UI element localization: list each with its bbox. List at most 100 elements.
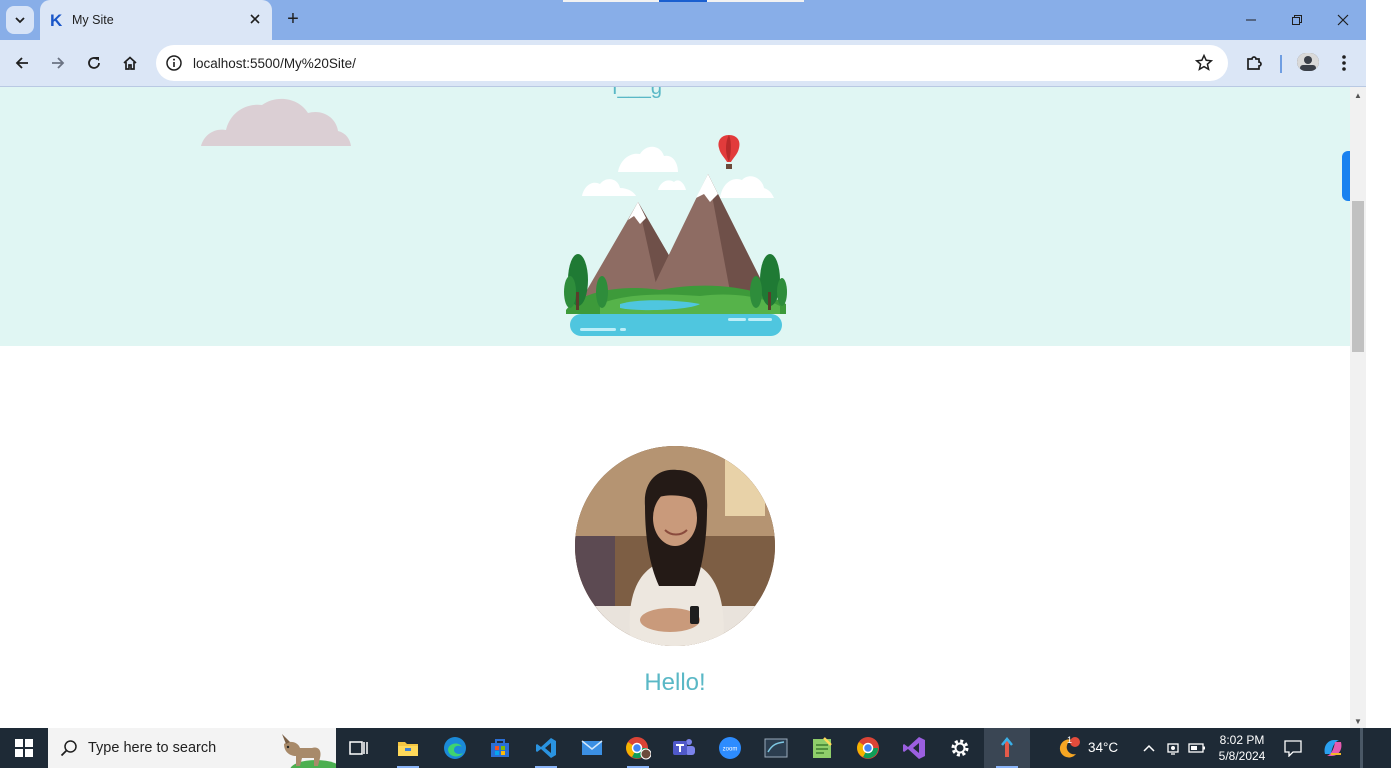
taskbar-clock[interactable]: 8:02 PM 5/8/2024 [1212, 732, 1272, 764]
tray-device[interactable] [1162, 728, 1184, 768]
clock-date: 5/8/2024 [1218, 749, 1266, 763]
taskbar-edge[interactable] [432, 728, 478, 768]
notification-icon [1284, 740, 1302, 757]
side-panel-tab[interactable] [1342, 151, 1350, 201]
active-app-icon [1001, 737, 1013, 757]
new-tab-button[interactable]: + [282, 8, 304, 30]
home-icon [123, 56, 137, 70]
clock-time: 8:02 PM [1219, 733, 1265, 747]
copilot-icon [1324, 740, 1342, 756]
task-view-icon [349, 741, 368, 755]
extensions-button[interactable] [1240, 49, 1268, 77]
hero-section: I___g [0, 87, 1350, 346]
mountain-illustration [564, 135, 787, 336]
restore-button[interactable] [1274, 8, 1320, 32]
taskbar-vscode[interactable] [523, 728, 569, 768]
copilot-button[interactable] [1318, 728, 1348, 768]
weather-temperature[interactable]: 34°C [1088, 740, 1118, 755]
window-drag-indicator-2 [707, 0, 804, 2]
profile-avatar[interactable] [1297, 53, 1319, 71]
browser-toolbar: localhost:5500/My%20Site/ [0, 40, 1366, 87]
hero-heading: I___g [612, 87, 663, 99]
back-button[interactable] [8, 49, 36, 77]
taskbar-chrome-profile[interactable] [615, 728, 661, 768]
tab-title: My Site [72, 13, 114, 27]
taskbar-teams[interactable] [661, 728, 707, 768]
scroll-up-arrow-icon[interactable]: ▲ [1354, 91, 1362, 100]
close-window-button[interactable] [1320, 8, 1366, 32]
chrome-icon [857, 737, 879, 759]
site-info-icon[interactable] [164, 53, 184, 73]
window-drag-indicator [563, 0, 659, 2]
edge-icon [444, 737, 466, 759]
tab-my-site[interactable]: K My Site [40, 0, 272, 40]
chevron-down-icon [15, 17, 25, 24]
scrollbar-thumb[interactable] [1352, 201, 1364, 352]
taskbar-active-app[interactable] [984, 728, 1030, 768]
windows-logo-icon [15, 739, 33, 757]
arrow-right-icon [52, 57, 65, 69]
url-text[interactable]: localhost:5500/My%20Site/ [193, 56, 356, 71]
svg-text:zoom: zoom [723, 747, 738, 753]
taskbar-notepad[interactable] [799, 728, 845, 768]
store-icon [491, 739, 509, 757]
taskbar-zoom[interactable]: zoom [707, 728, 753, 768]
taskbar-mail[interactable] [569, 728, 615, 768]
zoom-icon: zoom [719, 737, 741, 759]
close-icon [1337, 14, 1349, 26]
scroll-down-arrow-icon[interactable]: ▼ [1354, 717, 1362, 726]
reload-icon [88, 57, 100, 69]
search-icon [60, 740, 77, 757]
mail-icon [581, 740, 603, 755]
screen-edge [1366, 0, 1391, 728]
taskbar-store[interactable] [477, 728, 523, 768]
search-highlight-donkey-icon [282, 734, 336, 768]
toolbar-separator [1280, 55, 1282, 73]
notepad-icon [813, 737, 832, 758]
taskbar-visual-studio[interactable] [891, 728, 937, 768]
start-button[interactable] [0, 728, 48, 768]
forward-button[interactable] [44, 49, 72, 77]
home-button[interactable] [116, 49, 144, 77]
notifications-button[interactable] [1280, 728, 1306, 768]
weather-widget[interactable] [1050, 728, 1086, 768]
chevron-up-icon [1143, 744, 1155, 752]
taskbar-task-view[interactable] [336, 728, 382, 768]
address-bar[interactable]: localhost:5500/My%20Site/ [156, 45, 1228, 81]
taskbar-file-explorer[interactable] [385, 728, 431, 768]
minimize-button[interactable] [1228, 8, 1274, 32]
greeting-heading: Hello! [644, 669, 706, 696]
cloud-illustration [201, 98, 351, 146]
arrow-left-icon [15, 57, 28, 69]
vscode-icon [536, 738, 556, 758]
teams-icon [673, 739, 695, 755]
settings-icon [951, 739, 969, 757]
taskbar-sql[interactable] [753, 728, 799, 768]
device-icon [1167, 743, 1179, 755]
reload-button[interactable] [80, 49, 108, 77]
minimize-icon [1246, 19, 1256, 21]
puzzle-icon [1247, 56, 1262, 70]
battery-icon [1188, 743, 1205, 753]
page-viewport: I___g Hello! [0, 87, 1350, 728]
bookmark-star-icon[interactable] [1194, 53, 1214, 73]
tab-search-button[interactable] [6, 6, 34, 34]
page-scrollbar[interactable]: ▲ ▼ [1350, 87, 1366, 728]
tab-strip: K My Site + [0, 0, 1366, 40]
window-drag-indicator-active [659, 0, 707, 2]
taskbar-settings[interactable] [937, 728, 983, 768]
show-desktop-button[interactable] [1360, 728, 1363, 768]
tray-battery[interactable] [1186, 728, 1208, 768]
windows-taskbar: Type here to search zoom 1 34°C 8:02 PM … [0, 728, 1391, 768]
show-hidden-icons[interactable] [1138, 728, 1160, 768]
taskbar-chrome[interactable] [845, 728, 891, 768]
close-tab-icon[interactable] [246, 10, 264, 28]
search-placeholder: Type here to search [88, 740, 217, 756]
profile-photo [575, 446, 775, 646]
weather-badge: 1 [1067, 735, 1073, 745]
restore-icon [1292, 15, 1302, 25]
chrome-profile-icon [626, 737, 651, 760]
menu-button[interactable] [1330, 49, 1358, 77]
taskbar-search[interactable]: Type here to search [48, 728, 336, 768]
file-explorer-icon [398, 742, 418, 756]
